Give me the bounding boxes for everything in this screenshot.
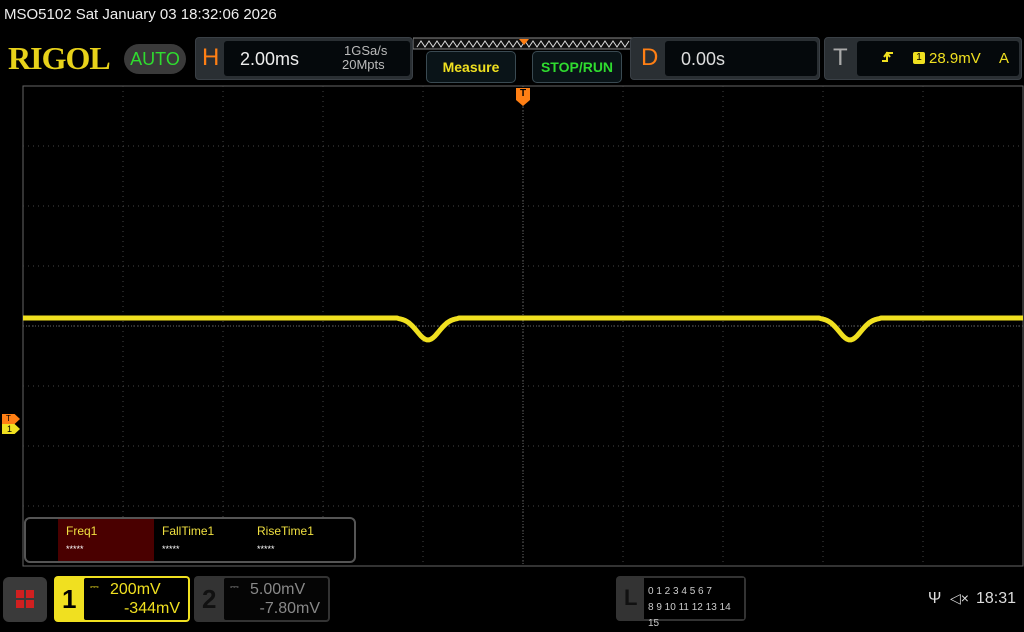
channel-2-offset: -7.80mV: [259, 600, 320, 617]
channel-1-number: 1: [62, 584, 77, 614]
clock-time: 18:31: [976, 590, 1017, 607]
logic-channels-0-7: 0 1 2 3 4 5 6 7: [648, 586, 712, 597]
usb-icon: Ψ: [928, 590, 942, 607]
logic-channels-8-15: 8 9 10 11 12 13 14 15: [648, 602, 731, 629]
measurement-falltime[interactable]: FallTime1 *****: [154, 519, 250, 561]
measurement-freq[interactable]: Freq1 *****: [58, 519, 154, 561]
menu-button[interactable]: [3, 577, 47, 622]
channel-1-panel[interactable]: 1 ⎓ 200mV -344mV: [54, 576, 190, 622]
measurement-risetime[interactable]: RiseTime1 *****: [249, 519, 345, 561]
channel-2-number: 2: [202, 584, 217, 614]
logic-label: L: [624, 585, 638, 610]
channel-1-offset: -344mV: [123, 600, 180, 617]
channel-2-scale: 5.00mV: [250, 581, 306, 598]
dc-coupling-icon: ⎓: [230, 581, 239, 593]
channel-2-panel[interactable]: 2 ⎓ 5.00mV -7.80mV: [194, 576, 330, 622]
logic-panel[interactable]: L 0 1 2 3 4 5 6 7 8 9 10 11 12 13 14 15: [616, 576, 746, 629]
muted-speaker-icon[interactable]: ◁×: [950, 590, 969, 607]
measurement-bar: Freq1 ***** FallTime1 ***** RiseTime1 *****: [24, 517, 356, 563]
dc-coupling-icon: ⎓: [90, 581, 99, 593]
channel-1-scale: 200mV: [110, 581, 161, 598]
trigger-position-marker[interactable]: T: [516, 88, 530, 110]
grid-menu-icon: [16, 590, 34, 608]
